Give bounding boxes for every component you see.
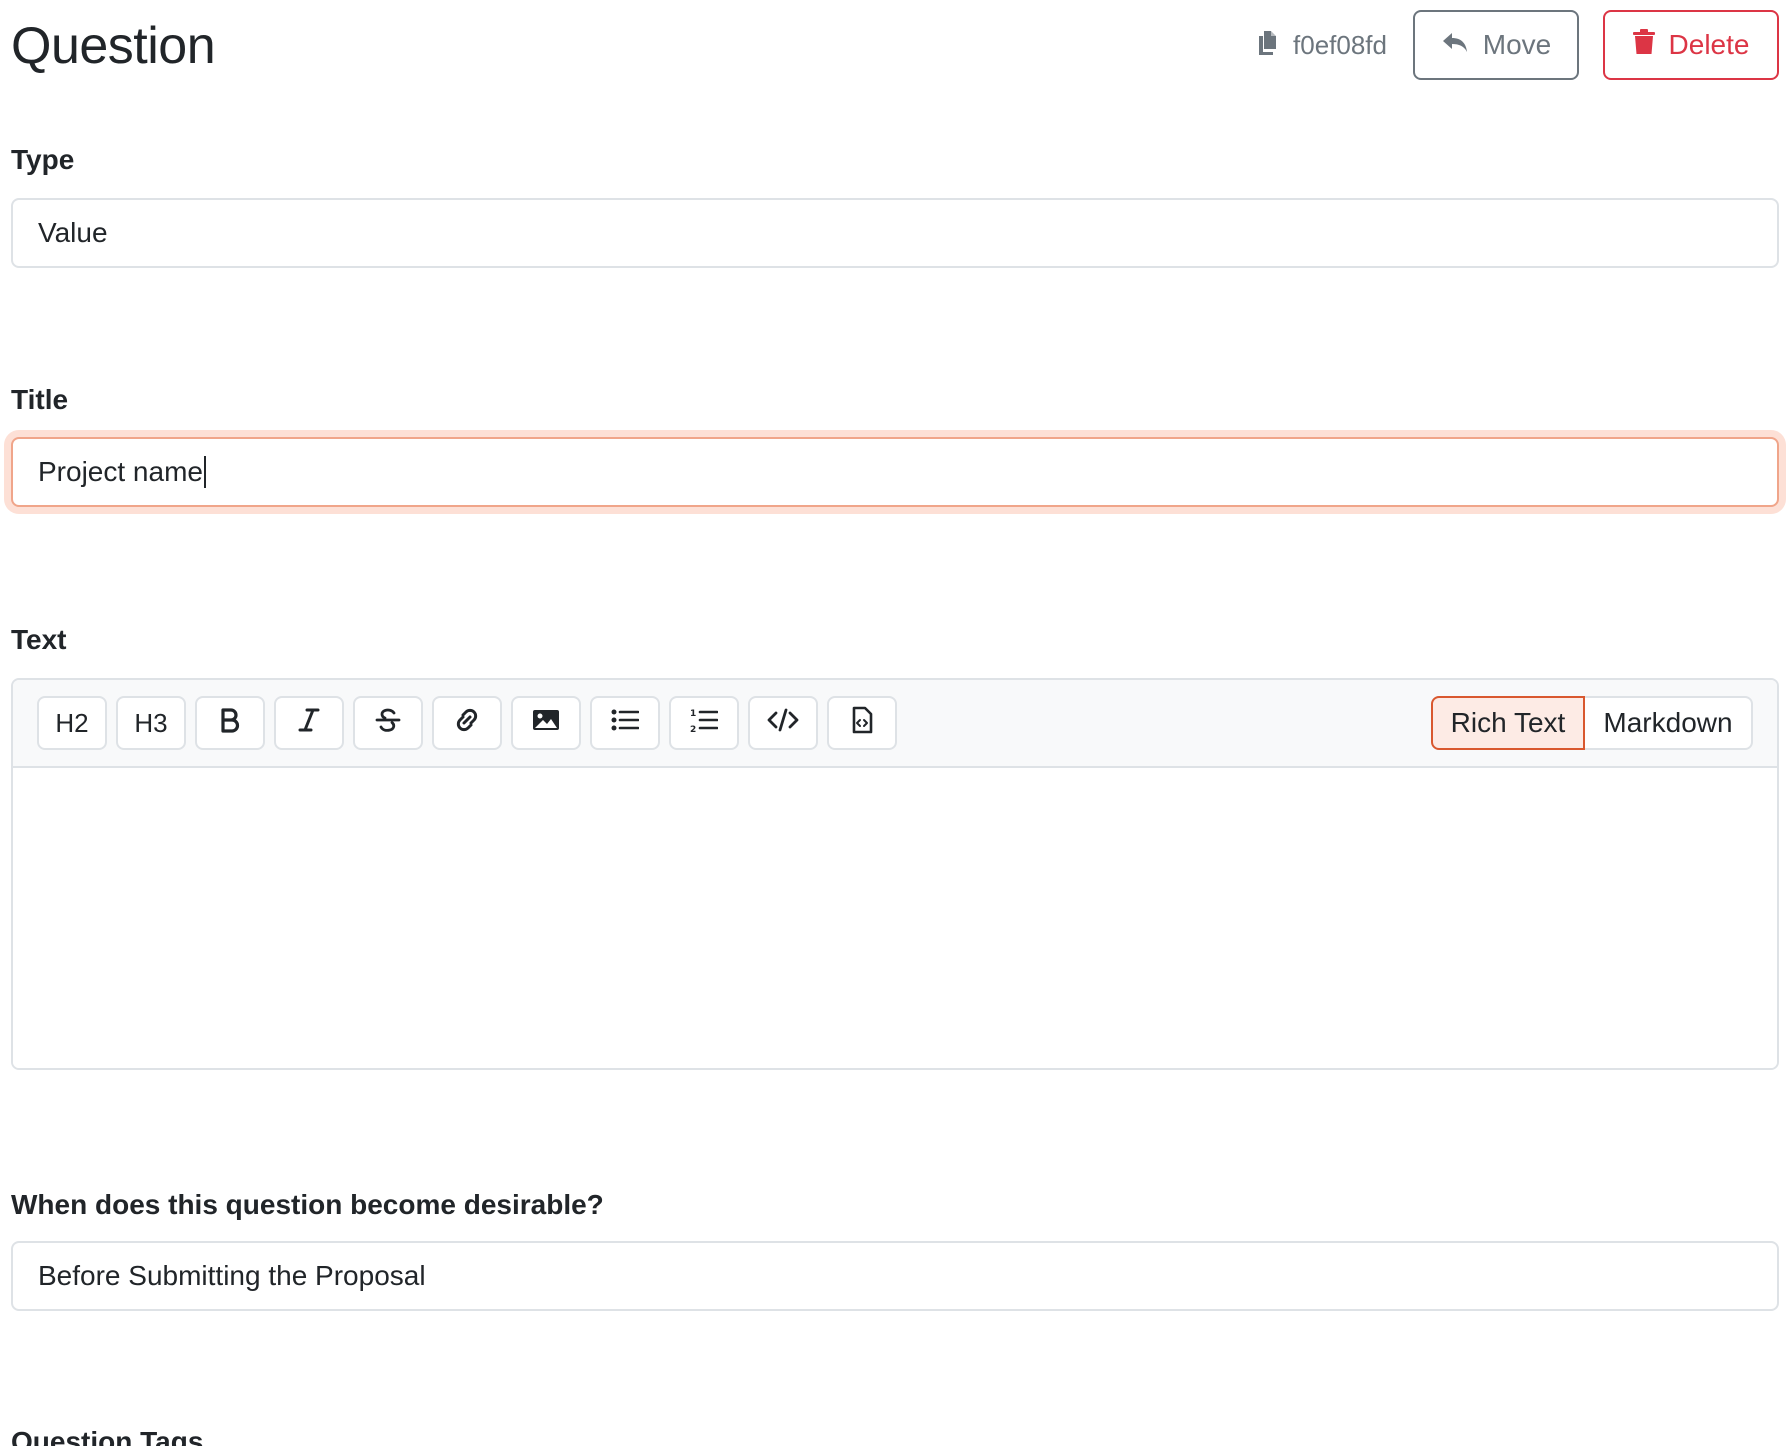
- code-block-button[interactable]: [827, 696, 897, 750]
- uuid-copy[interactable]: f0ef08fd: [1257, 28, 1387, 63]
- trash-icon: [1632, 28, 1669, 62]
- ordered-list-button[interactable]: 1 2: [669, 696, 739, 750]
- move-button[interactable]: Move: [1413, 10, 1579, 80]
- markdown-mode-button[interactable]: Markdown: [1585, 696, 1753, 750]
- title-label: Title: [11, 384, 69, 415]
- question-editor-page: Question f0ef08fd Move Delete Type Value…: [0, 0, 1789, 1446]
- copy-icon: [1257, 28, 1293, 63]
- link-icon: [451, 707, 483, 740]
- bullet-list-button[interactable]: [590, 696, 660, 750]
- editor-toolbar: H2 H3 1 2 Rich Text Markdown: [13, 680, 1777, 768]
- reply-arrow-icon: [1441, 29, 1483, 61]
- text-label: Text: [11, 624, 67, 655]
- code-button[interactable]: [748, 696, 818, 750]
- delete-button[interactable]: Delete: [1603, 10, 1779, 80]
- header-actions: f0ef08fd Move Delete: [1257, 10, 1779, 80]
- delete-button-label: Delete: [1668, 29, 1750, 60]
- code-block-icon: [851, 706, 873, 741]
- type-value: Value: [38, 217, 108, 248]
- text-caret: [203, 456, 206, 488]
- svg-text:2: 2: [690, 725, 696, 733]
- bullet-list-icon: [611, 708, 640, 739]
- type-select[interactable]: Value: [11, 198, 1779, 268]
- strikethrough-button[interactable]: [353, 696, 423, 750]
- italic-icon: [298, 707, 320, 740]
- image-button[interactable]: [511, 696, 581, 750]
- page-title: Question: [11, 17, 216, 75]
- title-input[interactable]: Project name: [11, 437, 1779, 507]
- formatting-buttons: H2 H3 1 2: [37, 696, 906, 750]
- rich-text-mode-button[interactable]: Rich Text: [1431, 696, 1585, 750]
- italic-button[interactable]: [274, 696, 344, 750]
- desirable-select[interactable]: Before Submitting the Proposal: [11, 1241, 1779, 1311]
- svg-text:1: 1: [690, 709, 696, 719]
- image-icon: [532, 708, 560, 739]
- editor-mode-toggle: Rich Text Markdown: [1431, 696, 1753, 750]
- question-tags-label: Question Tags: [11, 1426, 204, 1446]
- type-label: Type: [11, 144, 75, 175]
- rich-text-editor: H2 H3 1 2 Rich Text Markdown: [11, 678, 1779, 1070]
- strikethrough-icon: [375, 707, 401, 740]
- h2-button[interactable]: H2: [37, 696, 107, 750]
- bold-icon: [218, 707, 242, 740]
- code-icon: [767, 708, 799, 739]
- page-header: Question f0ef08fd Move Delete: [11, 0, 1779, 92]
- desirable-value: Before Submitting the Proposal: [38, 1260, 426, 1291]
- link-button[interactable]: [432, 696, 502, 750]
- ordered-list-icon: 1 2: [690, 707, 719, 740]
- bold-button[interactable]: [195, 696, 265, 750]
- uuid-text: f0ef08fd: [1293, 29, 1387, 60]
- editor-content-area[interactable]: [13, 768, 1777, 1068]
- h3-button[interactable]: H3: [116, 696, 186, 750]
- title-value: Project name: [38, 456, 203, 487]
- move-button-label: Move: [1482, 29, 1552, 60]
- desirable-label: When does this question become desirable…: [11, 1189, 604, 1220]
